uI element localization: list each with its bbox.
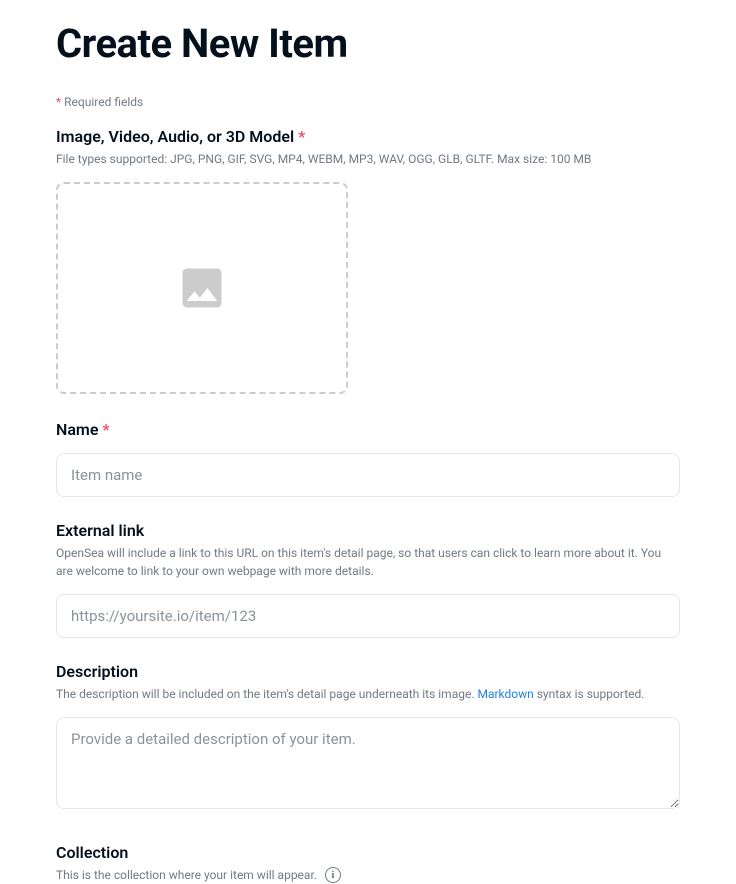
external-link-helper: OpenSea will include a link to this URL … <box>56 544 680 580</box>
required-fields-text: Required fields <box>64 95 143 109</box>
name-label: Name * <box>56 420 680 439</box>
media-helper: File types supported: JPG, PNG, GIF, SVG… <box>56 150 680 168</box>
media-label: Image, Video, Audio, or 3D Model * <box>56 127 680 146</box>
media-upload-dropzone[interactable] <box>56 182 348 394</box>
image-placeholder-icon <box>176 262 228 314</box>
external-link-label: External link <box>56 521 680 540</box>
description-helper: The description will be included on the … <box>56 685 680 703</box>
asterisk-icon: * <box>298 127 305 146</box>
name-input[interactable] <box>56 453 680 497</box>
collection-label: Collection <box>56 843 680 862</box>
info-icon[interactable]: i <box>325 867 341 883</box>
description-textarea[interactable] <box>56 717 680 809</box>
collection-helper: This is the collection where your item w… <box>56 866 317 884</box>
asterisk-icon: * <box>56 95 61 109</box>
media-label-text: Image, Video, Audio, or 3D Model <box>56 127 294 146</box>
asterisk-icon: * <box>102 420 109 439</box>
description-helper-before: The description will be included on the … <box>56 687 477 701</box>
name-label-text: Name <box>56 420 98 439</box>
description-label: Description <box>56 662 680 681</box>
markdown-link[interactable]: Markdown <box>477 687 533 701</box>
page-title: Create New Item <box>56 20 680 67</box>
required-fields-note: * Required fields <box>56 95 680 109</box>
external-link-input[interactable] <box>56 594 680 638</box>
description-helper-after: syntax is supported. <box>534 687 645 701</box>
